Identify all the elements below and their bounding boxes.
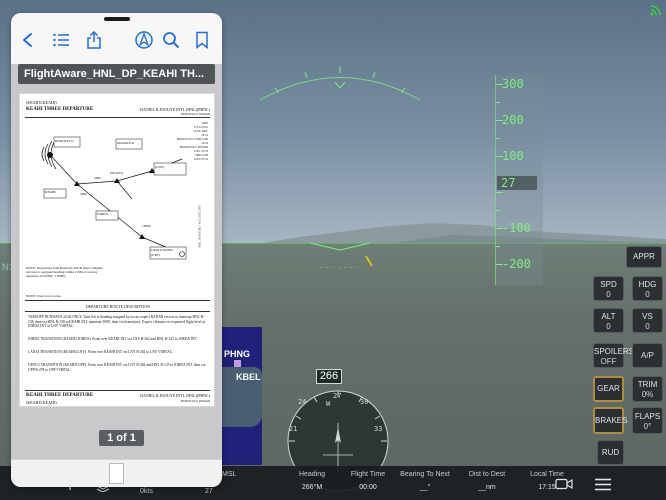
- chart-footer-title: KEAHI THREE DEPARTURE: [26, 393, 94, 398]
- document-title: FlightAware_HNL_DP_KEAHI TH...: [18, 64, 215, 84]
- route-desc-upolu: UPOLU TRANSITION (KEAHI3.UPP): From over…: [28, 363, 206, 372]
- fix-label-upp: (UPP): [151, 253, 159, 257]
- alt-tick-300: 300: [502, 77, 524, 91]
- spoilers-label: SPOILERS: [594, 347, 635, 356]
- flaps-label: FLAPS: [634, 412, 661, 421]
- alt-button[interactable]: ALT 0: [593, 308, 624, 333]
- hdg-button[interactable]: HDG 0: [632, 276, 663, 301]
- trim-value: 0%: [641, 390, 654, 399]
- flaps-button[interactable]: FLAPS 0°: [632, 407, 663, 434]
- hdg-label: HDG: [638, 280, 657, 289]
- fix-label-mokolea: MOKOLEA: [117, 141, 135, 145]
- spd-value: 0: [606, 290, 611, 299]
- list-icon[interactable]: [52, 31, 70, 49]
- altitude-label-3: 5000: [80, 192, 87, 196]
- hud-pitch-arc: [259, 66, 421, 101]
- route-desc-title: DEPARTURE ROUTE DESCRIPTION: [85, 304, 151, 309]
- trim-label: TRIM: [637, 380, 658, 389]
- map-aircraft-marker: [234, 360, 241, 367]
- share-icon[interactable]: [85, 31, 103, 49]
- alt-tick-200: 200: [502, 113, 524, 127]
- departure-chart-drawing: HONOLULU MOKOLEA KEAHI JORDA UPOLU POINT…: [41, 136, 187, 260]
- compass-label-33: 33: [374, 425, 383, 433]
- altitude-label-2: 10000: [142, 224, 151, 228]
- pdf-page[interactable]: (KEAHI3.KEAHI) KEAHI THREE DEPARTURE DAN…: [19, 93, 215, 407]
- msl-label: MSL: [222, 471, 237, 478]
- spd-button[interactable]: SPD 0: [593, 276, 624, 301]
- trim-button[interactable]: TRIM 0%: [632, 376, 663, 402]
- chart-header-code: (KEAHI3.KEAHI): [26, 100, 57, 105]
- current-altitude-readout: 27: [497, 176, 537, 190]
- mini-map[interactable]: PHNG KBEL: [222, 327, 262, 465]
- fix-label-jorda: JORDA: [97, 212, 108, 216]
- drag-handle[interactable]: [104, 17, 130, 21]
- compass-label-30: 30: [360, 398, 369, 406]
- pdf-viewer-panel[interactable]: FlightAware_HNL_DP_KEAHI TH... (KEAHI3.K…: [11, 13, 222, 487]
- chart-header-title: KEAHI THREE DEPARTURE: [26, 107, 94, 112]
- alt-label: ALT: [601, 312, 616, 321]
- spd-label: SPD: [600, 280, 617, 289]
- vs-label: VS: [642, 312, 653, 321]
- spoilers-value: OFF: [600, 357, 617, 366]
- autopilot-button[interactable]: A/P: [632, 343, 663, 368]
- fix-label-honolulu: HONOLULU: [55, 139, 74, 143]
- chevron-left-icon[interactable]: [19, 31, 37, 49]
- speed-value: 0kts: [140, 488, 153, 495]
- chart-footer-airport: DANIEL K INOUYE INTL (HNL)(PHNL): [140, 393, 210, 398]
- hdg-value: 0: [645, 290, 650, 299]
- fix-label-setzo: (SETZO): [110, 171, 123, 175]
- rudder-button[interactable]: RUD: [597, 440, 624, 465]
- hamburger-menu-icon[interactable]: [594, 478, 612, 491]
- compass-label-24: 24: [298, 398, 307, 406]
- flaps-value: 0°: [643, 422, 652, 431]
- vs-button[interactable]: VS 0: [632, 308, 663, 333]
- chart-note: NOTE: Departures from Runways 26L/R must…: [26, 266, 103, 278]
- compass-label-21: 21: [289, 425, 298, 433]
- brakes-button[interactable]: BRAKES: [593, 407, 627, 434]
- compass-label-27: 27: [333, 392, 342, 400]
- fix-label-upolu: UPOLU POINT: [151, 248, 174, 252]
- page-indicator: 1 of 1: [99, 430, 144, 446]
- status-bearing-value: __°: [419, 484, 431, 491]
- fix-label-lny: (LNY): [155, 165, 164, 169]
- chart-footer-code: (KEAHI3.KEAHI): [26, 400, 57, 405]
- compass-label-w: W: [326, 400, 331, 408]
- status-bearing: Bearing To Next __°: [390, 471, 460, 491]
- pen-circle-icon[interactable]: [135, 31, 153, 49]
- fix-label-keahi: KEAHI: [45, 190, 56, 194]
- altitude-label-1: 5000: [94, 176, 101, 180]
- chart-footer-city: HONOLULU, HAWAII: [181, 399, 210, 403]
- map-label-kbel: KBEL: [236, 372, 261, 382]
- route-desc-takeoff: TAKEOFF RUNWAYS 22/26 ONLY: Turn left to…: [28, 315, 205, 328]
- appr-button[interactable]: APPR: [626, 246, 662, 268]
- chart-side-text-right: PAC, 16 SEP 2017 to 12 OCT 2017: [197, 204, 202, 248]
- alt-value: 0: [606, 322, 611, 331]
- status-bearing-label: Bearing To Next: [400, 471, 450, 478]
- status-dist-label: Dist to Dest: [468, 471, 506, 478]
- status-heading-label: Heading: [298, 471, 326, 478]
- spoilers-button[interactable]: SPOILERS OFF: [593, 343, 634, 368]
- hud-flight-path-marker: [309, 242, 373, 268]
- wifi-signal-icon: [650, 5, 661, 16]
- route-desc-lanai: LANAI TRANSITION (KEAHI3.LNY): From over…: [28, 350, 174, 354]
- search-icon[interactable]: [162, 31, 180, 49]
- vs-value: 0: [645, 322, 650, 331]
- video-camera-icon[interactable]: [555, 478, 573, 490]
- route-desc-jorda: JORDA TRANSITION (KEAHI3.JORDA): From ov…: [28, 337, 198, 341]
- vertical-speed-value: 27: [205, 488, 213, 495]
- status-flight-time-label: Flight Time: [350, 471, 386, 478]
- page-thumbnail[interactable]: [109, 463, 124, 484]
- viewer-toolbar: [11, 13, 222, 64]
- heading-readout: 266: [316, 369, 342, 384]
- chart-not-to-scale: NOTE: Chart not to scale.: [26, 294, 62, 298]
- alt-tick-minus-200: -200: [502, 257, 531, 271]
- status-local-time-label: Local Time: [530, 471, 564, 478]
- map-label-phng: PHNG: [224, 349, 251, 359]
- bookmark-icon[interactable]: [193, 31, 211, 49]
- alt-tick-minus-100: -100: [502, 221, 531, 235]
- alt-tick-100: 100: [502, 149, 524, 163]
- gear-button[interactable]: GEAR: [593, 376, 624, 402]
